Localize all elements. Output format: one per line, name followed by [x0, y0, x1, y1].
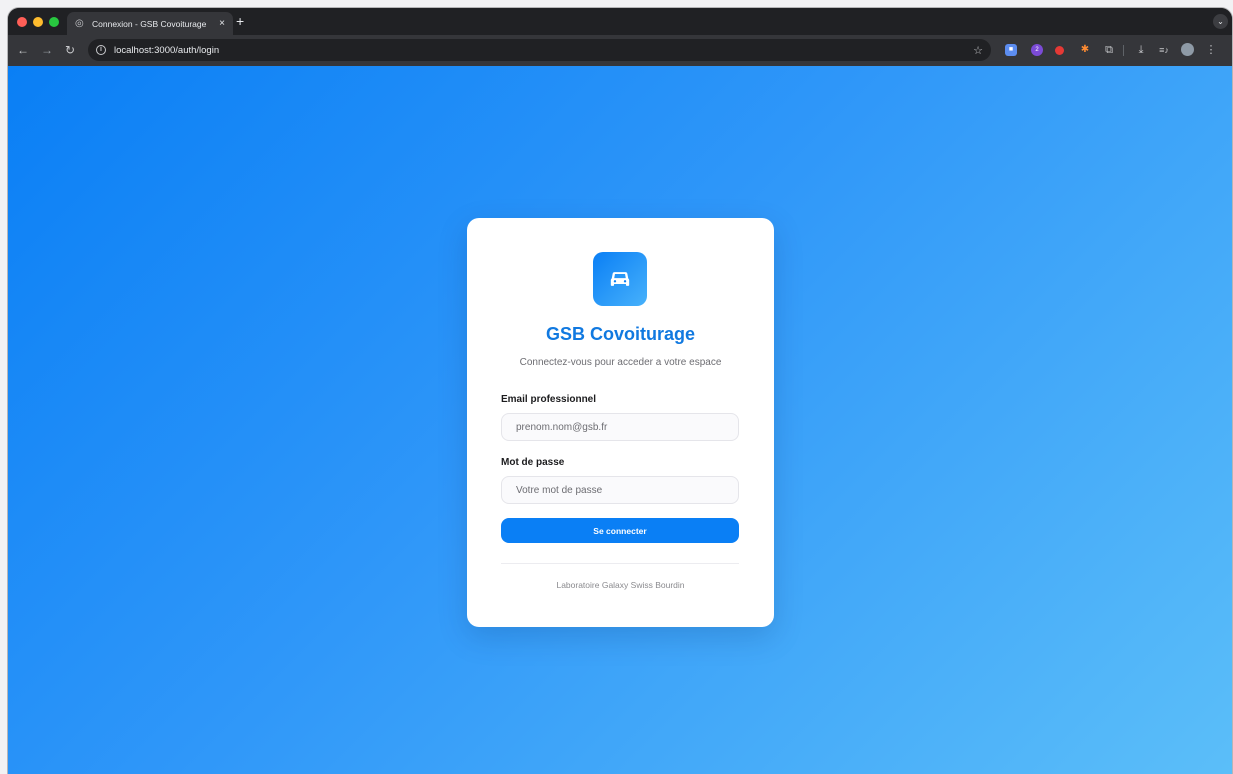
app-logo	[593, 252, 647, 306]
sparkle-extension-icon[interactable]: ✱	[1079, 44, 1091, 56]
puzzle-icon[interactable]: ⧉	[1103, 44, 1115, 56]
maximize-window-button[interactable]	[49, 17, 59, 27]
browser-tab[interactable]: ◎ Connexion - GSB Covoiturage ×	[67, 12, 233, 35]
login-button[interactable]: Se connecter	[501, 518, 739, 543]
star-icon[interactable]: ☆	[973, 44, 983, 57]
media-icon[interactable]: ≡♪	[1158, 44, 1170, 56]
address-bar[interactable]: i localhost:3000/auth/login ☆	[88, 39, 991, 61]
info-icon[interactable]: i	[96, 45, 106, 55]
login-card: GSB Covoiturage Connectez-vous pour acce…	[467, 218, 774, 627]
url-text: localhost:3000/auth/login	[114, 44, 220, 56]
email-field[interactable]	[501, 413, 739, 441]
globe-icon: ◎	[75, 17, 84, 29]
close-window-button[interactable]	[17, 17, 27, 27]
tab-strip: ◎ Connexion - GSB Covoiturage × + ⌄	[8, 8, 1232, 35]
password-field[interactable]	[501, 476, 739, 504]
browser-window: ◎ Connexion - GSB Covoiturage × + ⌄ ← → …	[8, 8, 1232, 774]
toolbar-divider	[1123, 45, 1124, 56]
page-title: GSB Covoiturage	[545, 324, 696, 344]
avatar[interactable]	[1181, 43, 1194, 56]
plus-icon[interactable]: +	[236, 14, 244, 28]
tab-search-icon[interactable]: ⌄	[1213, 14, 1228, 29]
page-subtitle: Connectez-vous pour acceder a votre espa…	[519, 357, 722, 368]
download-icon[interactable]: ⤓	[1135, 44, 1147, 56]
forward-arrow-icon[interactable]: →	[41, 43, 53, 57]
shield-icon[interactable]: ■	[1005, 44, 1017, 56]
menu-icon[interactable]: ⋮	[1205, 44, 1217, 56]
red-extension-icon[interactable]	[1055, 46, 1064, 55]
card-divider	[501, 563, 739, 564]
footer-text: Laboratoire Galaxy Swiss Bourdin	[556, 580, 685, 590]
reload-icon[interactable]: ↻	[65, 43, 75, 57]
password-label: Mot de passe	[501, 457, 565, 468]
email-label: Email professionnel	[501, 394, 597, 405]
minimize-window-button[interactable]	[33, 17, 43, 27]
login-page: GSB Covoiturage Connectez-vous pour acce…	[8, 66, 1232, 774]
close-icon[interactable]: ×	[219, 18, 225, 29]
browser-toolbar: ← → ↻ i localhost:3000/auth/login ☆ ■ 2 …	[8, 35, 1232, 66]
badge-icon[interactable]: 2	[1031, 44, 1043, 56]
back-arrow-icon[interactable]: ←	[17, 43, 29, 57]
tab-title: Connexion - GSB Covoiturage	[92, 18, 207, 29]
car-icon	[610, 272, 630, 286]
